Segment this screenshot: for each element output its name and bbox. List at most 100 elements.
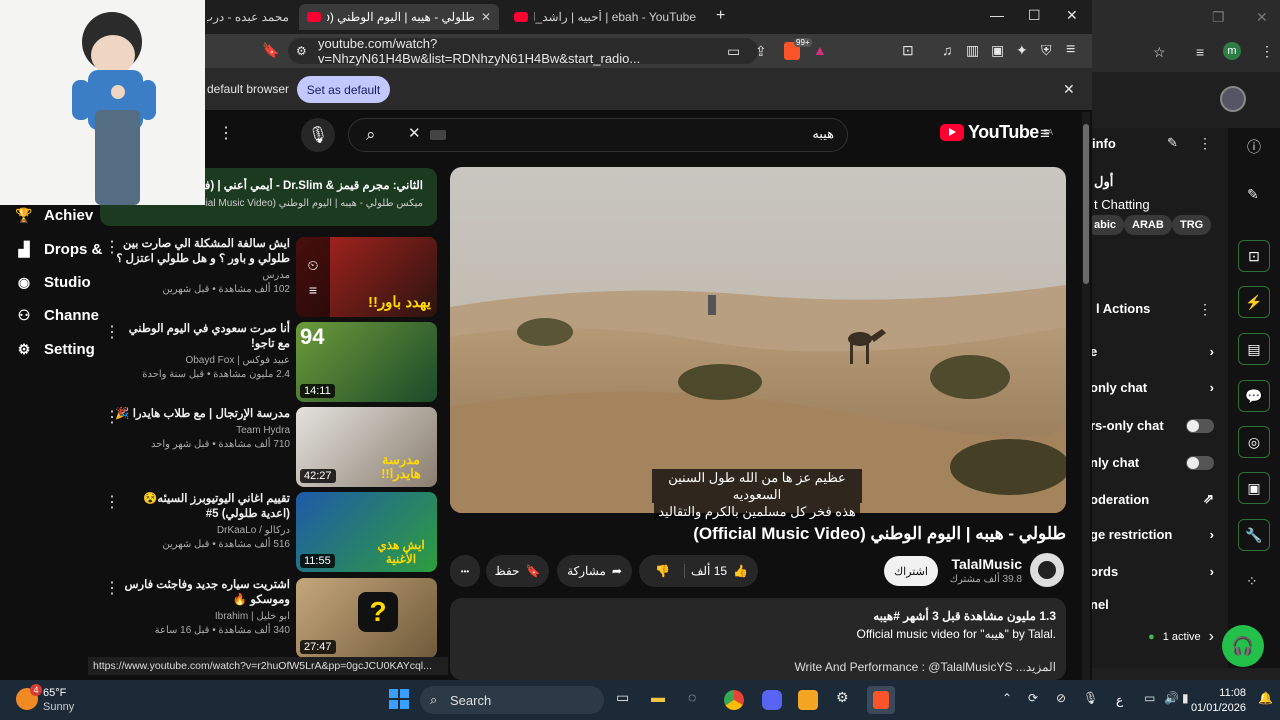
menu-item-studio[interactable]: ◉ Studio (16, 267, 91, 297)
recommendation-item[interactable]: ⋮ اشتريت سياره جديد وفاجئت فارس وموسكو 🔥… (100, 578, 440, 662)
microphone-icon[interactable]: 🎙 (1083, 692, 1098, 704)
panel-item[interactable]: nly chat (1090, 455, 1220, 470)
panel-item[interactable]: only chat › (1090, 380, 1220, 395)
panel-item[interactable]: ge restriction › (1090, 527, 1220, 542)
channel-avatar[interactable] (1220, 86, 1246, 112)
recommendation-item[interactable]: ⋮ ايش سالفة المشكلة الي صارت بين طلولي و… (100, 237, 440, 321)
site-settings-icon[interactable]: ⚙ (296, 44, 307, 58)
tab-rashed[interactable]: ebah - YouTube | أحبيه | راشد_الماجد# (506, 4, 704, 30)
panel-item[interactable]: ords › (1090, 564, 1220, 579)
tab-current[interactable]: ✕طلولي - هيبه | اليوم الوطني (deo (299, 4, 499, 30)
cast-icon[interactable]: ▭ (727, 44, 740, 58)
layout-icon[interactable]: ▣ (1238, 472, 1270, 504)
settings-icon[interactable]: ⚙ (836, 690, 849, 704)
chrome-icon[interactable] (724, 690, 744, 710)
scrollbar-thumb[interactable] (1083, 124, 1089, 284)
tab-mohammed-abdu[interactable]: محمد عبده - درب الـ (207, 4, 297, 30)
panel-item[interactable]: nel (1090, 597, 1220, 612)
maximize-icon[interactable]: ☐ (1028, 8, 1041, 22)
search-input[interactable] (348, 118, 848, 152)
infobar-close-icon[interactable]: ✕ (1063, 82, 1075, 96)
support-button[interactable]: 🎧 (1222, 625, 1264, 667)
toggle-switch[interactable] (1186, 455, 1214, 470)
more-actions-button[interactable]: ••• (450, 555, 480, 587)
file-explorer-icon[interactable]: ▬ (651, 690, 665, 704)
youtube-logo[interactable]: YouTube SA (940, 122, 1053, 143)
panel-item[interactable]: rs-only chat (1090, 418, 1220, 433)
capture-icon[interactable]: ⊡ (1238, 240, 1270, 272)
minimize-icon[interactable]: — (990, 8, 1004, 22)
subscribe-button[interactable]: اشتراك (884, 556, 938, 586)
music-icon[interactable]: ♫ (942, 43, 953, 57)
yt-more-icon[interactable]: ⋮ (218, 126, 234, 142)
video-thumbnail[interactable]: مدرسة هايدرا!! 42:27 (296, 407, 437, 487)
channel-name[interactable]: TalalMusic (940, 556, 1022, 572)
set-default-button[interactable]: Set as default (297, 76, 390, 103)
broadcast-icon[interactable]: ◎ (1238, 426, 1270, 458)
recommendation-item[interactable]: ⋮ مدرسة الإرتجال | مع طلاب هايدرا 🎉 Team… (100, 407, 440, 491)
watch-later-overlay[interactable]: ⏲ ≡ (296, 237, 330, 317)
close-tab-icon[interactable]: ✕ (481, 10, 491, 24)
profile-avatar[interactable]: m (1223, 42, 1241, 60)
menu-icon[interactable]: ≡ (1066, 42, 1075, 58)
recommendation-item[interactable]: ⋮ تقييم اغاني اليوتيوبرز السيئه😵 (اعدية … (100, 492, 440, 576)
menu-item-drops[interactable]: ▟ Drops & (16, 234, 103, 264)
wallet-icon[interactable]: ▣ (991, 43, 1004, 57)
sync-icon[interactable]: ⟳ (1028, 692, 1038, 704)
info-icon[interactable]: ⓘ (1247, 140, 1261, 154)
app2-icon[interactable] (798, 690, 818, 710)
clear-search-icon[interactable]: ✕ (408, 126, 421, 141)
menu-item-settings[interactable]: ⚙ Setting (16, 334, 95, 364)
video-thumbnail[interactable]: ايش هذي الأغنية 11:55 (296, 492, 437, 572)
share-button[interactable]: مشاركة ➦ (557, 555, 632, 587)
restore-icon[interactable]: ❐ (1212, 10, 1225, 24)
brave-taskbar-button[interactable] (867, 686, 895, 714)
leo-ai-icon[interactable]: ✦ (1016, 43, 1028, 57)
input-language[interactable]: ع (1116, 693, 1123, 707)
dislike-icon[interactable]: 👎 (649, 564, 685, 578)
clock-time[interactable]: 11:08 (1196, 687, 1246, 699)
app-icon[interactable]: ◌ (688, 690, 696, 704)
sidebar-icon[interactable]: ▥ (966, 43, 979, 57)
nodes-icon[interactable]: ⁘ (1246, 574, 1258, 588)
camera-off-icon[interactable]: ⊘ (1056, 692, 1066, 704)
clock-date[interactable]: 01/01/2026 (1186, 702, 1246, 714)
keyboard-icon[interactable] (430, 130, 446, 140)
video-thumbnail[interactable]: ? 27:47 (296, 578, 437, 658)
window-close-icon[interactable]: ✕ (1066, 8, 1078, 22)
bookmark-icon[interactable]: 🔖 (262, 43, 279, 57)
channel-avatar[interactable] (1030, 553, 1064, 587)
volume-icon[interactable]: 🔊 (1164, 692, 1179, 704)
url-bar[interactable]: ⚙ youtube.com/watch?v=NhzyN61H4Bw&list=RD… (288, 36, 758, 66)
tray-chevron-icon[interactable]: ⌃ (1002, 692, 1012, 704)
chat-bubble-icon[interactable]: 💬 (1238, 380, 1270, 412)
taskbar-search[interactable]: ⌕ Search (420, 686, 604, 714)
playlist-icon[interactable]: ≡ (1196, 45, 1204, 59)
toggle-switch[interactable] (1186, 418, 1214, 433)
menu-item-channel[interactable]: ⚇ Channe (16, 300, 99, 330)
notes-icon[interactable]: ▤ (1238, 333, 1270, 365)
save-button[interactable]: حفظ 🔖 (486, 555, 549, 587)
edit-icon[interactable]: ✎ (1167, 136, 1178, 149)
tag-chip[interactable]: TRG (1172, 215, 1212, 235)
guide-menu-icon[interactable]: ≡ (1040, 125, 1050, 142)
actions-kebab-icon[interactable]: ⋮ (1198, 302, 1212, 316)
voice-search-button[interactable]: 🎙 (301, 118, 335, 152)
kebab-menu-icon[interactable]: ⋮ (1260, 44, 1274, 58)
rewards-icon[interactable]: ▲ (813, 43, 827, 57)
wrench-icon[interactable]: 🔧 (1238, 519, 1270, 551)
share-icon[interactable]: ⇪ (755, 44, 767, 58)
lightning-icon[interactable]: ⚡ (1238, 286, 1270, 318)
search-icon[interactable]: ⌕ (366, 126, 376, 143)
star-icon[interactable]: ☆ (1153, 45, 1166, 59)
discord-icon[interactable] (762, 690, 782, 710)
pen-icon[interactable]: ✎ (1247, 187, 1259, 201)
network-icon[interactable]: ▭ (1144, 692, 1155, 704)
start-button[interactable] (389, 689, 409, 709)
close-icon[interactable]: ✕ (1256, 10, 1268, 24)
panel-item[interactable]: oderation ⇗ (1090, 491, 1220, 507)
new-tab-button[interactable]: + (716, 8, 725, 24)
active-count[interactable]: ● 1 active › (1090, 628, 1220, 646)
task-view-icon[interactable]: ▭ (616, 690, 629, 704)
screenshot-icon[interactable]: ⊡ (902, 43, 914, 57)
